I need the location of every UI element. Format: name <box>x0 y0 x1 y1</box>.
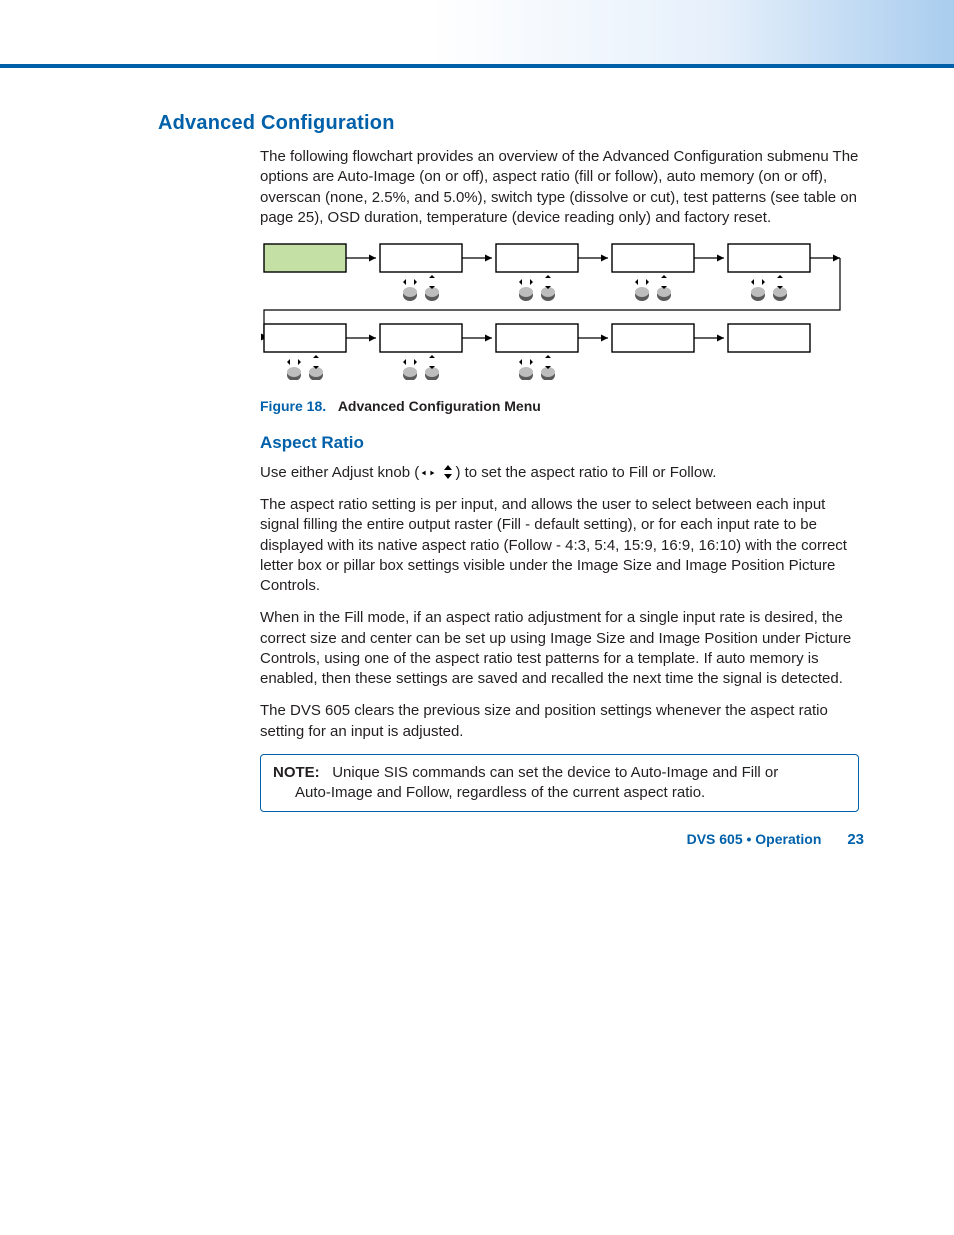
aspect-use-prefix: Use either Adjust knob ( <box>260 464 419 481</box>
adjust-knob-pair-icon <box>751 275 787 301</box>
fc-box <box>264 324 346 352</box>
fc-box <box>380 244 462 272</box>
intro-block: The following flowchart provides an over… <box>260 147 859 228</box>
top-gradient-band <box>0 0 954 64</box>
flowchart-row-2 <box>264 324 810 380</box>
intro-paragraph: The following flowchart provides an over… <box>260 147 859 228</box>
adjust-knob-pair-icon <box>519 275 555 301</box>
flowchart-row-1 <box>264 244 840 337</box>
adjust-knob-pair-icon <box>519 355 555 380</box>
fc-box <box>612 244 694 272</box>
page-body: Advanced Configuration The following flo… <box>0 68 954 872</box>
figure-18: Figure 18. Advanced Configuration Menu <box>260 240 864 414</box>
figure-label: Figure 18. <box>260 398 326 414</box>
figure-caption: Figure 18. Advanced Configuration Menu <box>260 398 864 414</box>
fc-box <box>496 244 578 272</box>
page-footer: DVS 605 • Operation 23 <box>687 831 864 848</box>
adjust-knob-pair-icon <box>403 355 439 380</box>
aspect-p3: When in the Fill mode, if an aspect rati… <box>260 608 859 689</box>
note-line1: Unique SIS commands can set the device t… <box>332 764 778 781</box>
fc-box <box>612 324 694 352</box>
footer-page: 23 <box>825 831 864 848</box>
note-line2: Auto-Image and Follow, regardless of the… <box>273 783 846 803</box>
note-label: NOTE: <box>273 764 320 781</box>
aspect-p2: The aspect ratio setting is per input, a… <box>260 495 859 596</box>
section-heading: Advanced Configuration <box>158 112 864 135</box>
aspect-p4: The DVS 605 clears the previous size and… <box>260 701 859 742</box>
horiz-adjust-icon <box>420 466 436 480</box>
fc-box <box>264 244 346 272</box>
fc-box <box>728 324 810 352</box>
aspect-use-line: Use either Adjust knob ( ) to set the as… <box>260 463 859 483</box>
vert-adjust-icon <box>442 464 454 480</box>
aspect-ratio-section: Aspect Ratio Use either Adjust knob ( ) … <box>260 432 859 812</box>
footer-doc: DVS 605 • Operation <box>687 831 822 847</box>
adjust-knob-pair-icon <box>287 355 323 380</box>
aspect-use-suffix: ) to set the aspect ratio to Fill or Fol… <box>455 464 716 481</box>
fc-box <box>728 244 810 272</box>
flowchart-svg <box>260 240 860 380</box>
fc-box <box>380 324 462 352</box>
fc-box <box>496 324 578 352</box>
figure-title: Advanced Configuration Menu <box>338 398 541 414</box>
subsection-heading: Aspect Ratio <box>260 432 859 455</box>
adjust-knob-pair-icon <box>403 275 439 301</box>
note-box: NOTE: Unique SIS commands can set the de… <box>260 754 859 813</box>
adjust-knob-pair-icon <box>635 275 671 301</box>
